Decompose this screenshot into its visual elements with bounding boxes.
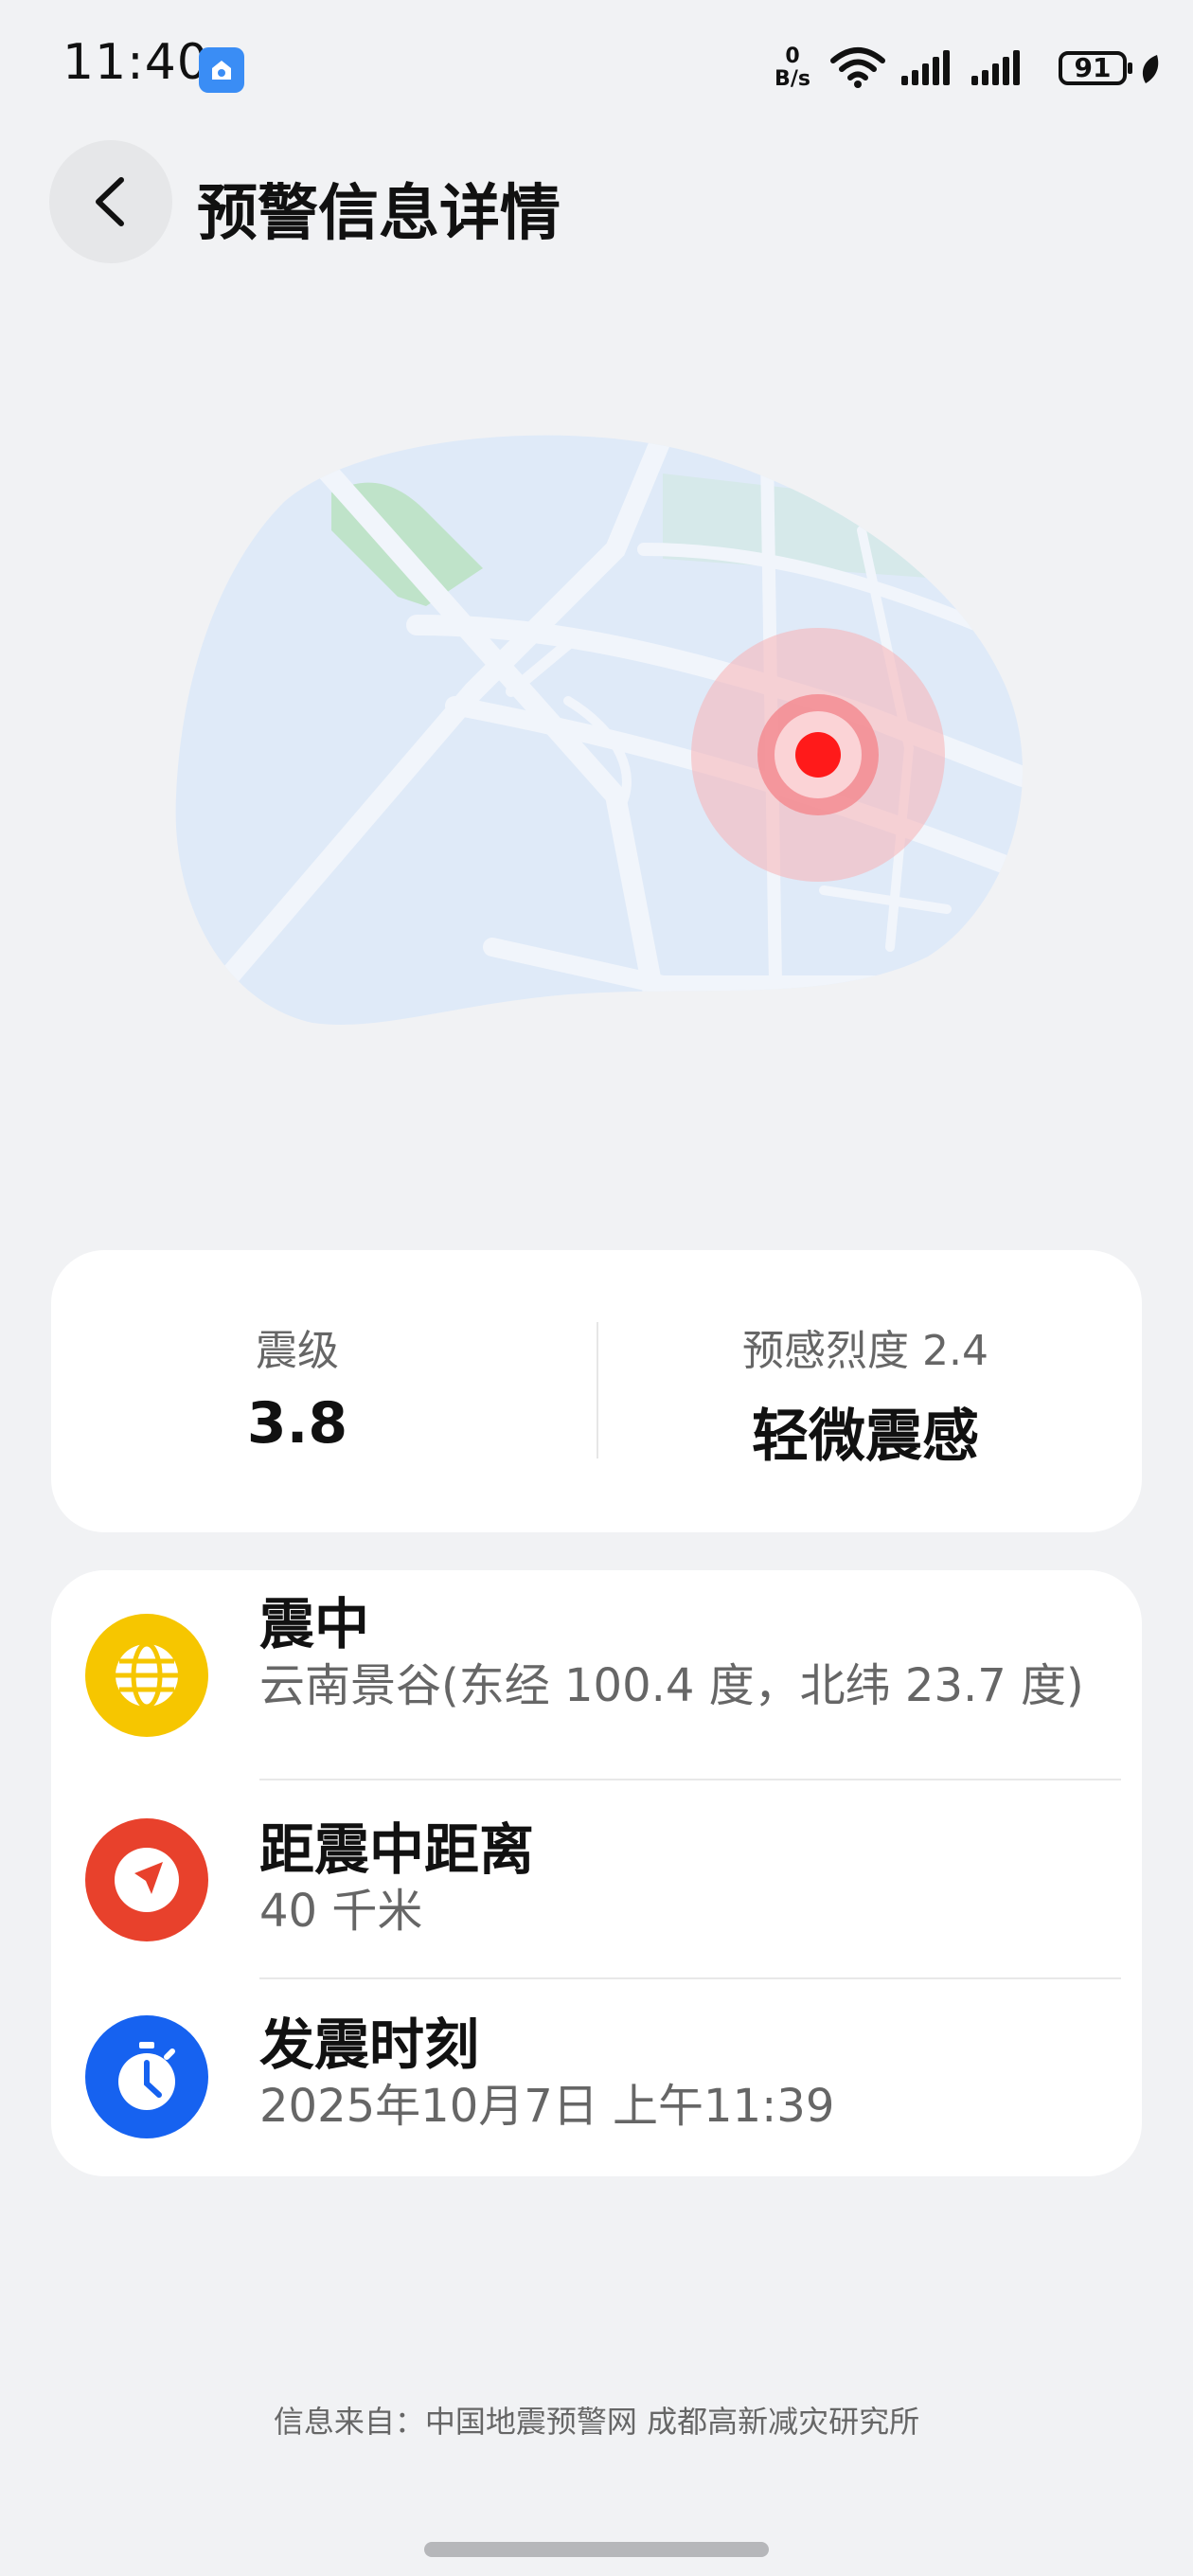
magnitude-section: 震级 3.8 (13, 1250, 581, 1532)
page-title: 预警信息详情 (197, 179, 561, 249)
earthquake-info-card: 震中 云南景谷(东经 100.4 度，北纬 23.7 度) 距震中距离 40 千… (51, 1570, 1142, 2176)
leaf-icon (1142, 55, 1159, 83)
battery-indicator: 91 (1059, 51, 1132, 85)
magnitude-card: 震级 3.8 预感烈度 2.4 轻微震感 (51, 1250, 1142, 1532)
epicenter-row: 震中 云南景谷(东经 100.4 度，北纬 23.7 度) (51, 1570, 1142, 1780)
source-note: 信息来自：中国地震预警网 成都高新减灾研究所 (273, 2404, 920, 2440)
app-notification-icon (199, 47, 244, 93)
status-time: 11:40 (62, 34, 209, 91)
signal-icon-1 (901, 50, 950, 85)
time-row: 发震时刻 2025年10月7日 上午11:39 (51, 1979, 1142, 2176)
navigation-arrow-icon (85, 1818, 208, 1941)
distance-text: 40 千米 (259, 1885, 423, 1938)
home-indicator[interactable] (424, 2542, 769, 2557)
time-title: 发震时刻 (259, 2012, 480, 2077)
signal-icon-2 (971, 50, 1020, 85)
epicenter-marker (691, 628, 945, 882)
back-button[interactable] (49, 140, 172, 263)
intensity-section: 预感烈度 2.4 轻微震感 (543, 1250, 1187, 1532)
epicenter-title: 震中 (259, 1592, 370, 1656)
status-bar: 11:40 0 B/s 91 (0, 0, 1193, 133)
time-text: 2025年10月7日 上午11:39 (259, 2080, 835, 2133)
intensity-value: 轻微震感 (752, 1404, 979, 1470)
distance-row: 距震中距离 40 千米 (51, 1780, 1142, 1979)
network-speed: 0 B/s (775, 45, 810, 91)
intensity-label: 预感烈度 2.4 (742, 1327, 988, 1375)
epicenter-text: 云南景谷(东经 100.4 度，北纬 23.7 度) (259, 1659, 1084, 1712)
chevron-left-icon (96, 177, 124, 226)
globe-icon (85, 1614, 208, 1737)
wifi-icon (830, 47, 885, 88)
magnitude-label: 震级 (256, 1327, 339, 1375)
epicenter-map (170, 417, 1024, 1061)
magnitude-value: 3.8 (246, 1390, 348, 1457)
distance-title: 距震中距离 (259, 1817, 535, 1882)
stopwatch-icon (85, 2015, 208, 2138)
